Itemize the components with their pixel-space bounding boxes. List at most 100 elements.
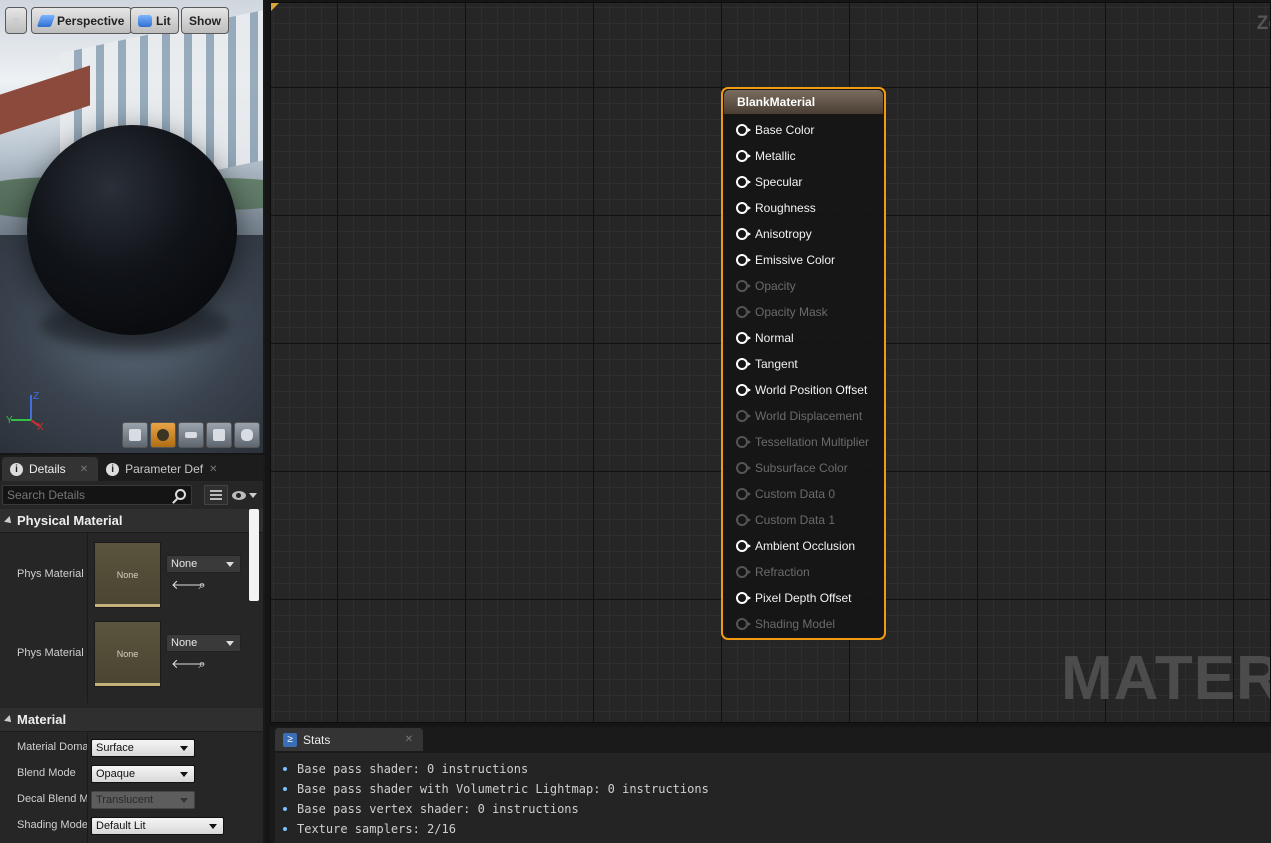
input-pin[interactable]: Specular [736, 172, 802, 192]
pin-label: Base Color [755, 123, 815, 137]
pin-label: Specular [755, 175, 803, 189]
input-pin[interactable]: Subsurface Color [736, 458, 848, 478]
pin-connector-icon[interactable] [736, 150, 751, 162]
show-label: Show [189, 13, 221, 28]
pin-connector-icon[interactable] [736, 228, 751, 240]
tab-parameter-defaults[interactable]: i Parameter Def ✕ [98, 457, 227, 481]
pin-label: Ambient Occlusion [755, 539, 856, 553]
phys-material-dropdown[interactable]: None [166, 555, 241, 573]
perspective-button[interactable]: Perspective [31, 7, 133, 34]
pin-connector-icon[interactable] [736, 488, 751, 500]
browse-search-icon[interactable]: ⌕ [195, 578, 209, 592]
details-scrollbar[interactable] [249, 509, 259, 601]
pin-label: Pixel Depth Offset [755, 591, 852, 605]
input-pin[interactable]: Tangent [736, 354, 798, 374]
pin-connector-icon[interactable] [736, 384, 751, 396]
material-domain-dropdown[interactable]: Surface [91, 739, 195, 757]
pin-connector-icon[interactable] [736, 540, 751, 552]
pin-connector-icon[interactable] [736, 254, 751, 266]
phys-material-thumbnail[interactable]: None [94, 542, 161, 608]
input-pin[interactable]: Refraction [736, 562, 810, 582]
stat-text: Base pass vertex shader: 0 instructions [297, 802, 579, 816]
input-pin[interactable]: Custom Data 1 [736, 510, 835, 530]
stat-text: Base pass shader: 0 instructions [297, 762, 529, 776]
search-input[interactable]: Search Details [2, 485, 192, 505]
sphere-preview-button[interactable] [150, 422, 176, 448]
pin-connector-icon[interactable] [736, 202, 751, 214]
use-selected-arrow-icon[interactable]: 🡐 [171, 657, 206, 671]
input-pin[interactable]: Pixel Depth Offset [736, 588, 852, 608]
input-pin[interactable]: Ambient Occlusion [736, 536, 855, 556]
lit-button[interactable]: Lit [130, 7, 179, 34]
input-pin[interactable]: Roughness [736, 198, 816, 218]
input-pin[interactable]: World Position Offset [736, 380, 867, 400]
close-icon[interactable]: ✕ [405, 734, 413, 745]
category-physical-material[interactable]: Physical Material [0, 509, 263, 533]
property-matrix-button[interactable] [204, 485, 228, 505]
input-pin[interactable]: Anisotropy [736, 224, 812, 244]
column-divider[interactable] [87, 733, 88, 843]
input-pin[interactable]: Shading Model [736, 614, 835, 634]
browse-search-icon[interactable]: ⌕ [195, 657, 209, 671]
pin-connector-icon[interactable] [736, 358, 751, 370]
pin-connector-icon[interactable] [736, 462, 751, 474]
dropdown-value: Translucent [96, 794, 154, 806]
shading-model-dropdown[interactable]: Default Lit [91, 817, 224, 835]
show-button[interactable]: Show [181, 7, 229, 34]
pin-connector-icon[interactable] [736, 306, 751, 318]
tab-stats[interactable]: ≥ Stats ✕ [275, 728, 423, 751]
input-pin[interactable]: World Displacement [736, 406, 862, 426]
material-result-node[interactable]: BlankMaterial Base Color Metallic Specular… [721, 87, 886, 640]
material-preview-viewport[interactable]: Perspective Lit Show Z Y X [0, 0, 265, 453]
use-selected-arrow-icon[interactable]: 🡐 [171, 578, 206, 592]
phys-material-dropdown[interactable]: None [166, 634, 241, 652]
input-pin[interactable]: Metallic [736, 146, 796, 166]
blend-mode-dropdown[interactable]: Opaque [91, 765, 195, 783]
preview-sphere [27, 125, 237, 335]
input-pin[interactable]: Opacity Mask [736, 302, 828, 322]
pin-connector-icon[interactable] [736, 176, 751, 188]
pin-connector-icon[interactable] [736, 280, 751, 292]
pin-connector-icon[interactable] [736, 410, 751, 422]
chevron-down-icon [180, 798, 188, 803]
viewport-options-button[interactable] [5, 7, 27, 34]
custom-mesh-preview-button[interactable] [234, 422, 260, 448]
pin-connector-icon[interactable] [736, 514, 751, 526]
column-divider[interactable] [87, 533, 88, 703]
bullet-icon [283, 827, 287, 831]
input-pin[interactable]: Emissive Color [736, 250, 835, 270]
pin-connector-icon[interactable] [736, 566, 751, 578]
cylinder-preview-button[interactable] [122, 422, 148, 448]
pin-label: Emissive Color [755, 253, 836, 267]
material-editor-window: Perspective Lit Show Z Y X i Details ✕ i… [0, 0, 1271, 843]
blend-mode-label: Blend Mode [17, 767, 76, 779]
view-options-button[interactable] [232, 486, 262, 504]
chevron-down-icon [226, 641, 234, 646]
search-icon [175, 489, 186, 500]
close-icon[interactable]: ✕ [80, 464, 88, 475]
dropdown-value: Opaque [96, 768, 136, 780]
input-pin[interactable]: Normal [736, 328, 794, 348]
input-pin[interactable]: Base Color [736, 120, 814, 140]
pin-connector-icon[interactable] [736, 436, 751, 448]
category-material[interactable]: Material [0, 708, 263, 732]
close-icon[interactable]: ✕ [209, 464, 217, 475]
plane-preview-button[interactable] [178, 422, 204, 448]
input-pin[interactable]: Tessellation Multiplier [736, 432, 869, 452]
phys-material-label: Phys Material [17, 568, 84, 580]
input-pin[interactable]: Opacity [736, 276, 796, 296]
pin-connector-icon[interactable] [736, 618, 751, 630]
zoom-label: Zo [1256, 13, 1270, 34]
input-pin[interactable]: Custom Data 0 [736, 484, 835, 504]
axis-x-label: X [37, 422, 44, 430]
material-watermark: MATERIA [1061, 644, 1270, 713]
material-graph-canvas[interactable]: Zo MATERIA BlankMaterial Base Color Metal… [270, 2, 1271, 723]
tab-details[interactable]: i Details ✕ [2, 457, 99, 481]
pin-connector-icon[interactable] [736, 592, 751, 604]
pin-connector-icon[interactable] [736, 332, 751, 344]
pin-label: World Displacement [755, 409, 863, 423]
phys-material-thumbnail[interactable]: None [94, 621, 161, 687]
cube-preview-button[interactable] [206, 422, 232, 448]
pin-connector-icon[interactable] [736, 124, 751, 136]
tab-stats-label: Stats [303, 732, 331, 747]
